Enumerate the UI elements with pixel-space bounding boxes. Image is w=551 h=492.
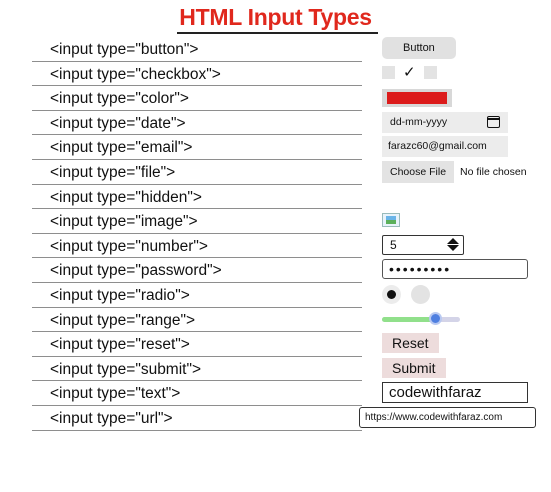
checkbox-unchecked[interactable] (423, 65, 437, 79)
row-url: <input type="url"> https://www.codewithf… (32, 406, 542, 431)
range-slider[interactable] (382, 311, 460, 326)
url-field[interactable]: https://www.codewithfaraz.com (359, 406, 536, 428)
range-fill (382, 316, 436, 322)
row-label: <input type="range"> (50, 311, 196, 329)
reset-button[interactable]: Reset (382, 333, 439, 354)
number-stepper[interactable]: 5 (382, 234, 464, 255)
date-placeholder: dd-mm-yyyy (390, 116, 448, 129)
row-label: <input type="text"> (50, 385, 181, 403)
row-text: <input type="text"> codewithfaraz (32, 381, 542, 406)
row-label: <input type="image"> (50, 213, 198, 231)
image-icon[interactable] (382, 213, 400, 228)
file-input: Choose File No file chosen (382, 160, 527, 183)
row-image: <input type="image"> (32, 209, 542, 234)
row-label: <input type="number"> (50, 237, 208, 255)
submit-button[interactable]: Submit (382, 357, 446, 378)
row-radio: <input type="radio"> (32, 283, 542, 308)
row-password: <input type="password"> ••••••••• (32, 258, 542, 283)
checkbox-checked[interactable]: ✓ (403, 65, 416, 80)
row-label: <input type="radio"> (50, 286, 190, 304)
row-label: <input type="url"> (50, 409, 173, 427)
color-swatch (387, 92, 447, 105)
row-checkbox: <input type="checkbox"> ✓ (32, 62, 542, 87)
row-number: <input type="number"> 5 (32, 234, 542, 259)
row-label: <input type="password"> (50, 262, 222, 280)
date-input[interactable]: dd-mm-yyyy (382, 111, 508, 133)
text-field[interactable]: codewithfaraz (382, 382, 528, 404)
range-thumb[interactable] (429, 311, 443, 325)
checkbox-unchecked[interactable] (382, 65, 395, 79)
radio-selected[interactable] (382, 284, 401, 304)
spinner-icon[interactable] (447, 238, 459, 252)
file-status: No file chosen (460, 165, 527, 178)
row-label: <input type="hidden"> (50, 188, 202, 206)
calendar-icon[interactable] (487, 116, 500, 129)
radio-unselected[interactable] (411, 284, 430, 304)
color-picker[interactable] (382, 89, 452, 108)
checkbox-group: ✓ (382, 65, 437, 80)
row-range: <input type="range"> (32, 308, 542, 333)
radio-group (382, 284, 430, 304)
row-label: <input type="color"> (50, 90, 189, 108)
demo-button[interactable]: Button (382, 37, 456, 59)
row-label: <input type="submit"> (50, 360, 202, 378)
number-value: 5 (390, 237, 397, 252)
row-email: <input type="email"> farazc60@gmail.com (32, 135, 542, 160)
row-color: <input type="color"> (32, 86, 542, 111)
row-button: <input type="button"> Button (32, 37, 542, 62)
page-title-wrap: HTML Input Types (0, 4, 551, 34)
row-hidden: <input type="hidden"> (32, 185, 542, 210)
row-date: <input type="date"> dd-mm-yyyy (32, 111, 542, 136)
row-label: <input type="file"> (50, 163, 176, 181)
row-file: <input type="file"> Choose File No file … (32, 160, 542, 185)
page-title: HTML Input Types (173, 4, 379, 34)
row-label: <input type="email"> (50, 139, 193, 157)
email-field[interactable]: farazc60@gmail.com (382, 136, 508, 158)
row-label: <input type="reset"> (50, 336, 190, 354)
password-field[interactable]: ••••••••• (382, 259, 528, 280)
row-reset: <input type="reset"> Reset (32, 332, 542, 357)
row-label: <input type="date"> (50, 114, 186, 132)
row-submit: <input type="submit"> Submit (32, 357, 542, 382)
choose-file-button[interactable]: Choose File (382, 160, 455, 183)
row-label: <input type="checkbox"> (50, 65, 221, 83)
input-types-list: <input type="button"> Button <input type… (32, 37, 542, 431)
row-label: <input type="button"> (50, 41, 199, 58)
